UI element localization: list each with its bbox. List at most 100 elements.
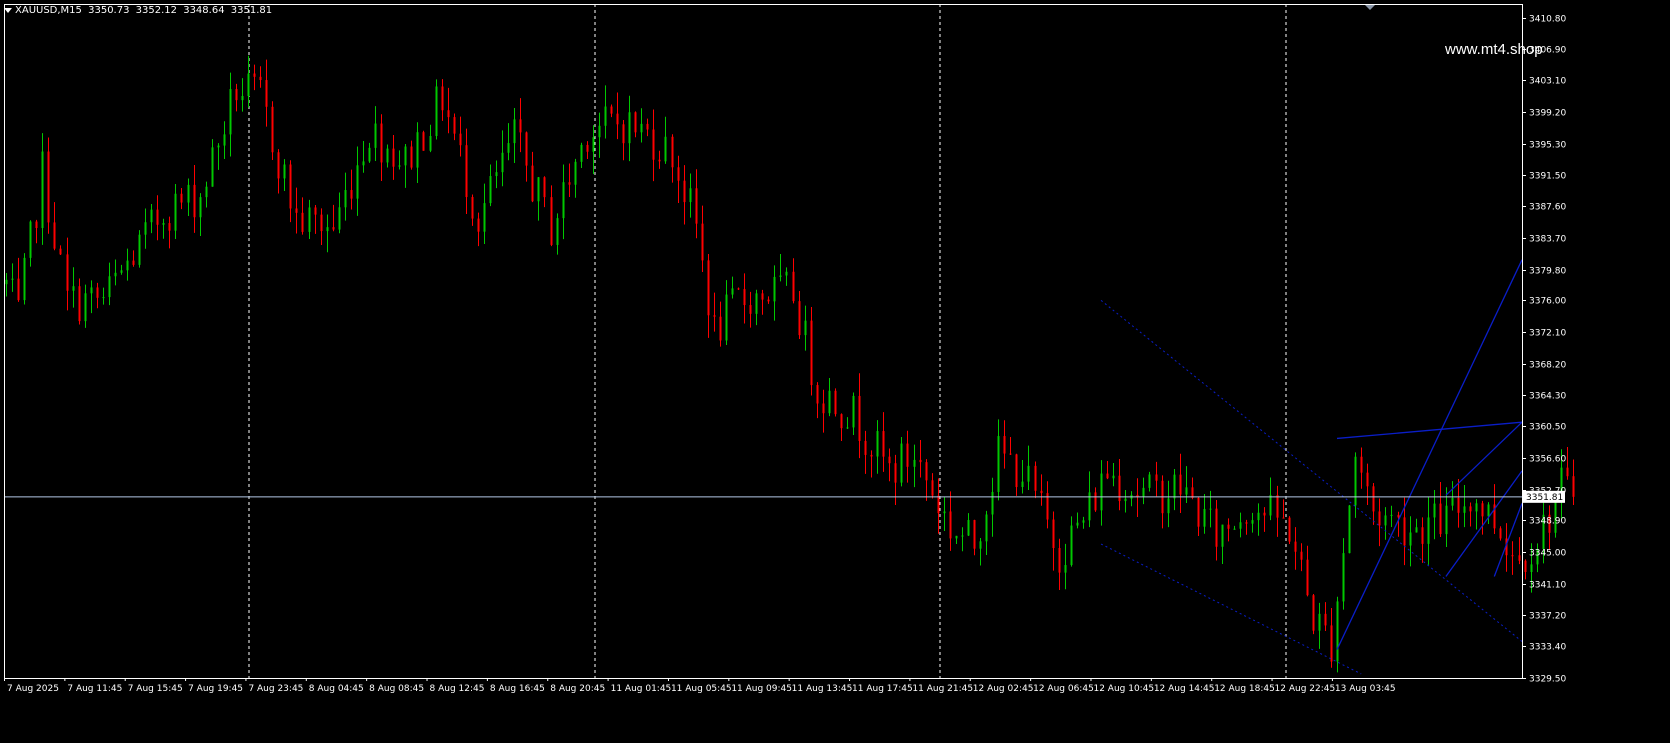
- x-tick-label: 8 Aug 08:45: [369, 684, 424, 694]
- y-tick-label: 3395.30: [1529, 141, 1566, 151]
- candle-body: [283, 164, 286, 179]
- candle-body: [858, 395, 861, 441]
- candle-body: [1487, 504, 1490, 517]
- candle-body: [556, 218, 559, 245]
- price-chart[interactable]: 3410.803406.903403.103399.203395.303391.…: [0, 0, 1670, 743]
- candle-body: [138, 234, 141, 265]
- candle-body: [767, 299, 770, 302]
- candle-body: [749, 305, 752, 314]
- candle-body: [11, 278, 14, 280]
- candle-body: [380, 123, 383, 163]
- candle-body: [84, 293, 87, 322]
- trendline[interactable]: [1445, 470, 1523, 577]
- candle-body: [205, 186, 208, 198]
- candle-body: [543, 177, 546, 198]
- candle-body: [229, 89, 232, 135]
- candle-body: [1233, 528, 1236, 530]
- candle-body: [870, 454, 873, 457]
- y-tick-label: 3341.10: [1529, 581, 1566, 591]
- candle-body: [356, 165, 359, 199]
- trendlines[interactable]: [1100, 259, 1523, 675]
- candle-body: [1251, 520, 1254, 524]
- candle-body: [259, 76, 262, 81]
- candle-body: [1384, 515, 1387, 526]
- candle-body: [1191, 487, 1194, 498]
- trendline[interactable]: [1336, 421, 1523, 440]
- candle-body: [289, 164, 292, 209]
- candle-body: [864, 440, 867, 455]
- candle-body: [658, 159, 661, 162]
- trendline[interactable]: [1100, 543, 1362, 675]
- candle-body: [1263, 512, 1266, 516]
- candle-body: [308, 207, 311, 232]
- candle-body: [828, 390, 831, 414]
- x-tick-label: 12 Aug 02:45: [973, 684, 1034, 694]
- x-tick-label: 7 Aug 11:45: [67, 684, 122, 694]
- candle-body: [550, 197, 553, 245]
- candle-body: [792, 271, 795, 302]
- candle-body: [1566, 467, 1569, 477]
- candle-body: [150, 209, 153, 223]
- trendline[interactable]: [1445, 421, 1523, 496]
- candle-body: [5, 279, 8, 285]
- candle-body: [326, 227, 329, 232]
- candle-body: [755, 293, 758, 314]
- candle-body: [1415, 527, 1418, 533]
- candle-body: [1481, 503, 1484, 517]
- chart-window[interactable]: 3410.80 3406.90 3403.10 3399.20 3395.30 3391.…: [0, 0, 1670, 743]
- x-tick-label: 8 Aug 04:45: [309, 684, 364, 694]
- candle-body: [1300, 551, 1303, 560]
- chart-header[interactable]: XAUUSD,M15 3350.73 3352.12 3348.64 3351.…: [4, 4, 275, 18]
- candle-body: [338, 207, 341, 230]
- price-axis[interactable]: 3410.803406.903403.103399.203395.303391.…: [1522, 15, 1566, 685]
- candle-body: [1324, 613, 1327, 626]
- candle-body: [1239, 522, 1242, 529]
- candle-body: [1306, 559, 1309, 596]
- x-tick-label: 8 Aug 16:45: [490, 684, 545, 694]
- candle-body: [156, 209, 159, 225]
- candle-body: [1142, 487, 1145, 498]
- trendline[interactable]: [1493, 503, 1523, 577]
- y-tick-label: 3329.50: [1529, 675, 1566, 685]
- y-tick-label: 3399.20: [1529, 109, 1566, 119]
- candle-body: [1409, 532, 1412, 546]
- candle-body: [852, 395, 855, 428]
- candle-body: [1433, 503, 1436, 518]
- candle-body: [1360, 456, 1363, 473]
- candle-body: [96, 287, 99, 298]
- x-tick-label: 7 Aug 19:45: [188, 684, 243, 694]
- candle-body: [985, 514, 988, 542]
- low-value: 3348.64: [183, 5, 225, 16]
- x-tick-label: 12 Aug 14:45: [1154, 684, 1215, 694]
- candle-body: [416, 132, 419, 168]
- candle-body: [1179, 474, 1182, 495]
- candle-body: [882, 431, 885, 457]
- candle-body: [1439, 503, 1442, 535]
- symbol-label: XAUUSD,M15: [15, 5, 82, 16]
- candle-body: [701, 223, 704, 261]
- candle-body: [1058, 548, 1061, 573]
- time-axis[interactable]: 7 Aug 2025 7 Aug 11:45 7 Aug 15:45 7 Aug 19…: [4, 678, 1396, 694]
- x-tick-label: 11 Aug 21:45: [912, 684, 973, 694]
- candle-body: [1269, 495, 1272, 516]
- candle-body: [943, 511, 946, 514]
- candle-body: [41, 151, 44, 228]
- candle-body: [314, 207, 317, 215]
- y-tick-label: 3348.90: [1529, 517, 1566, 527]
- trendline[interactable]: [1336, 259, 1523, 650]
- candle-body: [888, 456, 891, 464]
- candle-body: [1403, 517, 1406, 546]
- candle-body: [199, 197, 202, 218]
- trendline[interactable]: [1100, 300, 1523, 642]
- candle-body: [677, 167, 680, 181]
- candle-body: [1124, 498, 1127, 502]
- candle-body: [168, 223, 171, 231]
- candle-body: [604, 106, 607, 126]
- candle-body: [955, 535, 958, 539]
- candle-body: [731, 288, 734, 295]
- candle-body: [525, 132, 528, 166]
- x-tick-label: 11 Aug 09:45: [731, 684, 792, 694]
- candle-body: [247, 73, 250, 97]
- candle-body: [235, 89, 238, 101]
- chevron-down-icon[interactable]: [4, 7, 12, 13]
